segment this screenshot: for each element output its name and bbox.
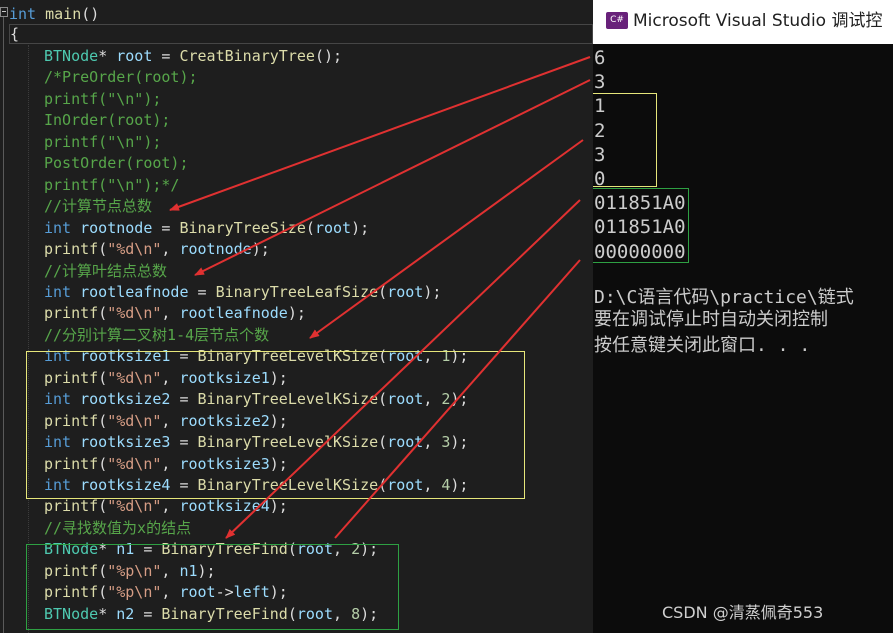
code-line[interactable]: int rootleafnode = BinaryTreeLeafSize(ro… <box>44 282 441 303</box>
console-autoclose-line: 要在调试停止时自动关闭控制 <box>594 309 828 330</box>
code-token: rootnode <box>80 218 153 237</box>
code-line[interactable]: printf("%d\n", rootksize4); <box>44 496 288 517</box>
code-line[interactable]: printf("%d\n", rootnode); <box>44 239 270 260</box>
debug-console-window[interactable]: C# Microsoft Visual Studio 调试控 6 3 1 2 3 0 011… <box>593 0 893 633</box>
function-header[interactable]: int main() <box>9 4 99 25</box>
console-titlebar[interactable]: C# Microsoft Visual Studio 调试控 <box>593 0 893 44</box>
code-line[interactable]: //计算节点总数 <box>44 196 152 217</box>
collapse-icon[interactable] <box>0 7 8 17</box>
visual-studio-icon: C# <box>606 12 628 29</box>
code-line[interactable]: /*PreOrder(root); <box>44 67 198 88</box>
code-token: ); <box>351 218 370 237</box>
code-line[interactable]: InOrder(root); <box>44 110 170 131</box>
code-token: ( <box>378 282 388 301</box>
code-editor[interactable]: int main() { BTNode* root = CreatBinaryT… <box>0 0 593 633</box>
code-token: ( <box>98 240 108 259</box>
code-token: BTNode <box>44 47 99 65</box>
function-name: main <box>45 5 82 23</box>
code-line[interactable]: printf("\n"); <box>44 89 161 110</box>
code-token: printf <box>44 497 99 516</box>
editor-gutter <box>0 0 8 633</box>
open-brace[interactable]: { <box>10 24 19 45</box>
highlight-box-pointer-output <box>593 188 689 263</box>
code-token: * <box>98 47 117 65</box>
code-token: ); <box>423 282 442 301</box>
highlight-box-levels-output <box>593 93 657 187</box>
code-token: //分别计算二叉树1-4层节点个数 <box>44 325 270 344</box>
code-token: = <box>152 47 180 65</box>
code-line[interactable]: //计算叶结点总数 <box>44 261 167 282</box>
code-token: PostOrder(root); <box>44 154 189 173</box>
code-token: ( <box>305 218 315 237</box>
code-token: BinaryTreeLeafSize <box>215 282 379 301</box>
console-press-key-line: 按任意键关闭此窗口. . . <box>594 335 811 356</box>
code-token: int <box>44 218 72 237</box>
code-token: ( <box>98 497 108 516</box>
code-token: printf <box>44 304 99 323</box>
code-token: rootnode <box>179 240 252 259</box>
highlight-box-find <box>26 544 399 630</box>
code-token: "%d\n" <box>107 304 162 323</box>
code-token: //计算节点总数 <box>44 197 153 216</box>
code-token: = <box>152 218 180 237</box>
function-parens: () <box>81 5 100 23</box>
code-token: root <box>116 47 153 65</box>
code-token: ( <box>98 304 108 323</box>
code-token: , <box>161 304 180 323</box>
highlight-box-levels <box>26 351 525 499</box>
console-output-line: 6 <box>594 47 606 69</box>
code-line[interactable]: PostOrder(root); <box>44 153 189 174</box>
code-token: rootksize4 <box>179 497 270 516</box>
code-token: = <box>188 282 216 301</box>
code-token: root <box>387 282 424 301</box>
console-title: Microsoft Visual Studio 调试控 <box>633 11 883 31</box>
console-output-line: 3 <box>594 71 606 94</box>
code-line[interactable]: BTNode* root = CreatBinaryTree(); <box>44 46 342 67</box>
code-token: printf("\n"); <box>44 89 162 108</box>
code-token: , <box>161 240 180 259</box>
code-token: rootleafnode <box>179 304 288 323</box>
code-line[interactable]: printf("\n"); <box>44 132 161 153</box>
console-path-line: D:\C语言代码\practice\链式 <box>594 287 854 308</box>
code-line[interactable]: //寻找数值为x的结点 <box>44 518 191 539</box>
code-token: printf("\n");*/ <box>44 175 180 194</box>
code-line[interactable]: int rootnode = BinaryTreeSize(root); <box>44 218 369 239</box>
code-token: ); <box>251 240 270 259</box>
code-line[interactable]: printf("\n");*/ <box>44 175 179 196</box>
code-token: (); <box>314 47 343 65</box>
code-token: //寻找数值为x的结点 <box>44 518 192 537</box>
code-line[interactable]: printf("%d\n", rootleafnode); <box>44 303 306 324</box>
code-token: int <box>44 282 72 301</box>
code-token: printf("\n"); <box>44 132 162 151</box>
code-token: , <box>161 497 180 516</box>
code-token: ); <box>287 304 306 323</box>
code-line[interactable]: //分别计算二叉树1-4层节点个数 <box>44 325 269 346</box>
code-token: ); <box>269 497 288 516</box>
code-token: "%d\n" <box>107 497 162 516</box>
code-token: InOrder(root); <box>44 111 171 130</box>
current-line-highlight <box>9 24 593 44</box>
code-token: /*PreOrder(root); <box>44 68 198 87</box>
code-token: BinaryTreeSize <box>179 218 306 237</box>
code-token: root <box>314 218 352 237</box>
keyword-int: int <box>9 5 37 23</box>
code-token: rootleafnode <box>80 282 189 301</box>
code-token: "%d\n" <box>107 240 162 259</box>
code-token: //计算叶结点总数 <box>44 261 168 280</box>
csdn-watermark: CSDN @清蒸佩奇553 <box>662 603 824 622</box>
code-token: printf <box>44 240 99 259</box>
code-token: CreatBinaryTree <box>179 47 315 65</box>
fold-guide-line <box>3 10 4 633</box>
console-output-area[interactable]: 6 3 1 2 3 0 011851A0 011851A0 00000000 D:\C语言代码\… <box>593 44 893 633</box>
